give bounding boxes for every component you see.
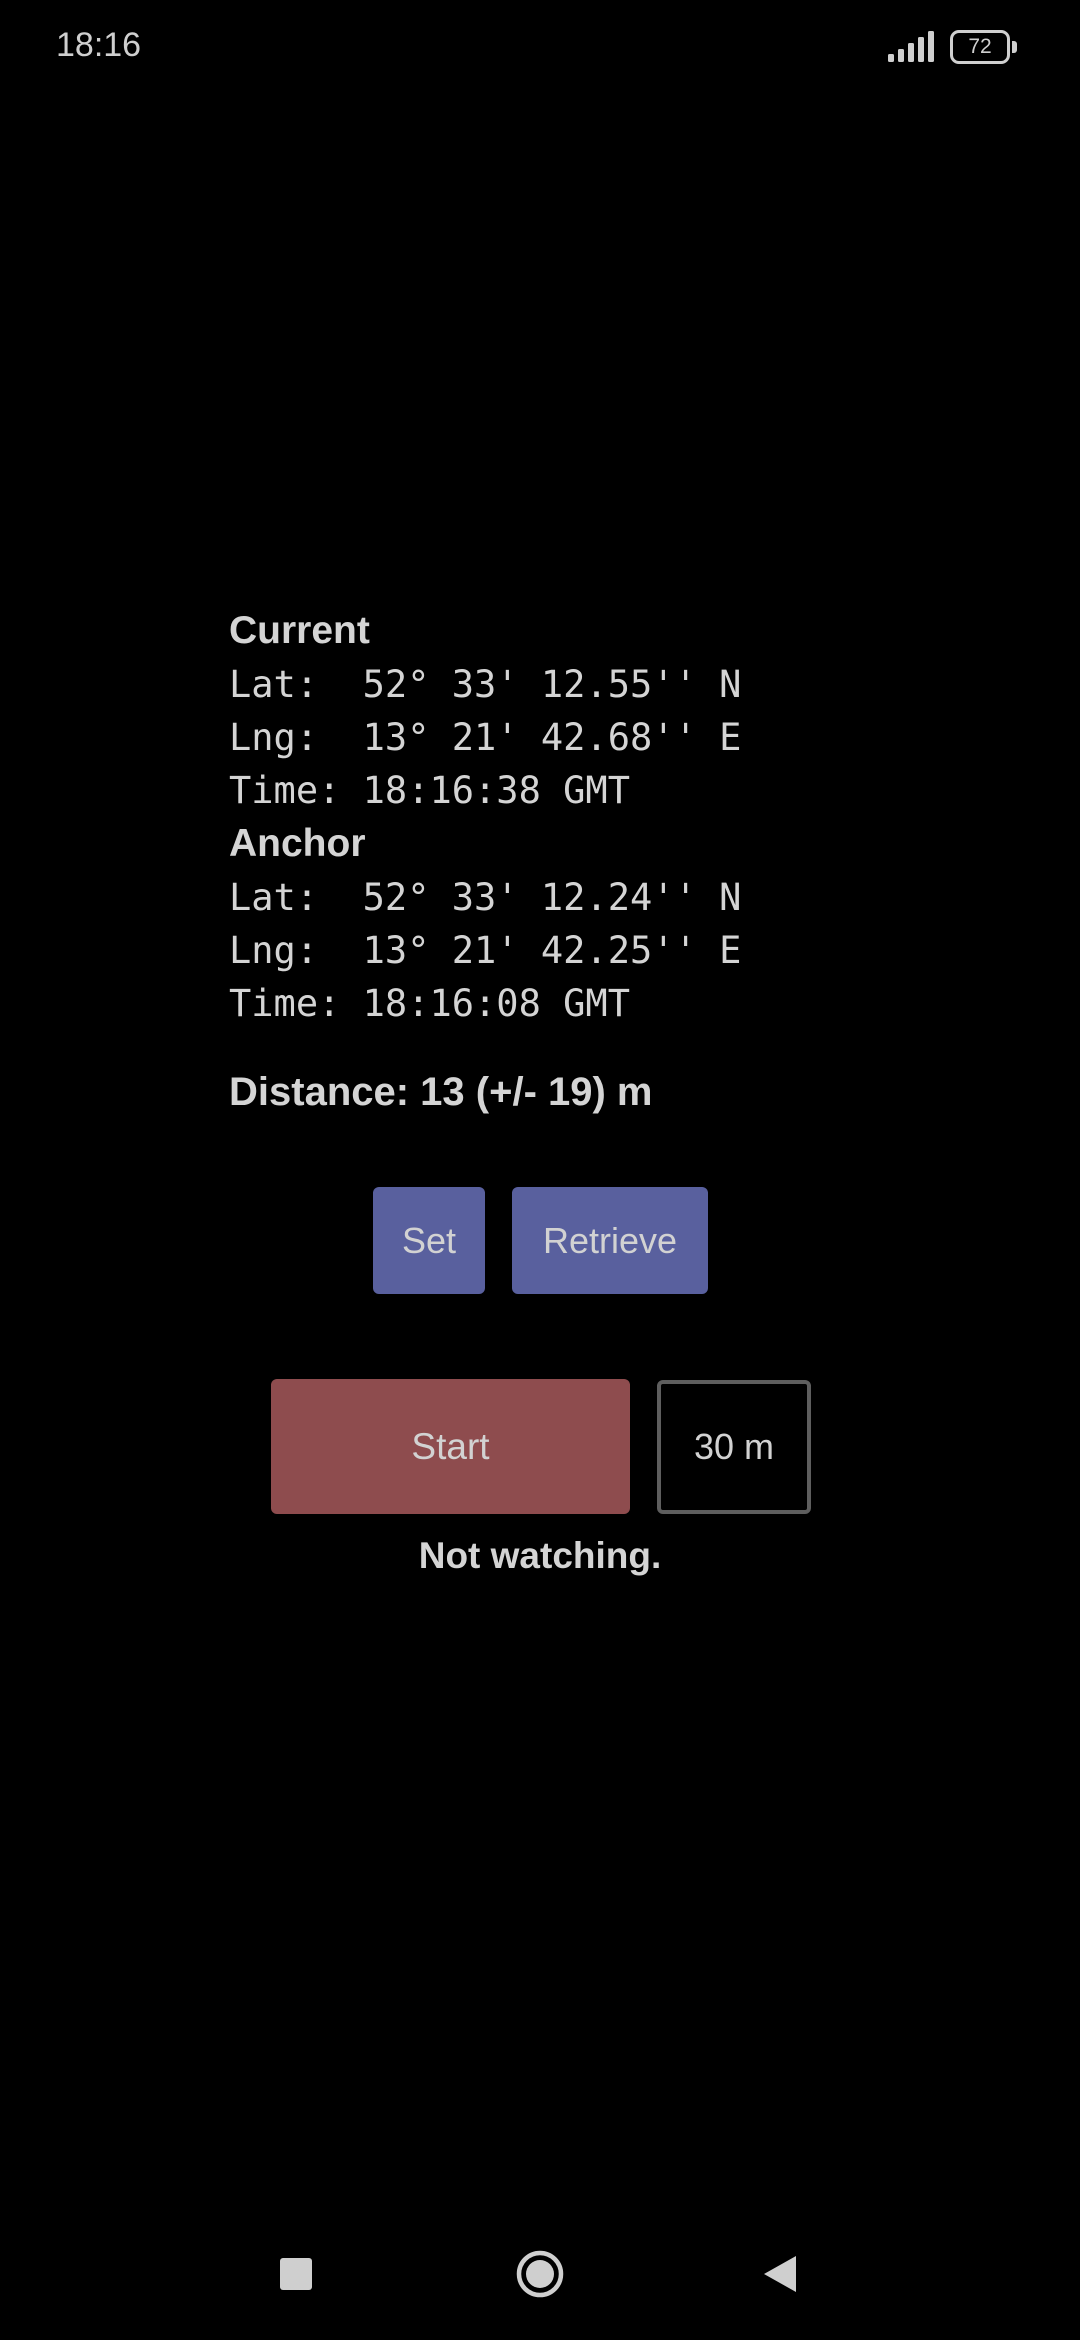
battery-icon: 72 — [950, 30, 1020, 66]
signal-bars-icon — [888, 31, 934, 62]
start-button[interactable]: Start — [271, 1379, 630, 1514]
coordinates-panel: Current Lat: 52° 33' 12.55'' N Lng: 13° … — [229, 604, 929, 1030]
square-recents-icon[interactable] — [280, 2258, 312, 2290]
current-lat: Lat: 52° 33' 12.55'' N — [229, 663, 742, 706]
retrieve-button[interactable]: Retrieve — [512, 1187, 708, 1294]
current-heading: Current — [229, 609, 370, 652]
anchor-lat: Lat: 52° 33' 12.24'' N — [229, 876, 742, 919]
distance-readout: Distance: 13 (+/- 19) m — [229, 1070, 653, 1114]
current-time: Time: 18:16:38 GMT — [229, 769, 630, 812]
anchor-lng: Lng: 13° 21' 42.25'' E — [229, 929, 742, 972]
circle-home-icon[interactable] — [515, 2249, 565, 2299]
anchor-heading: Anchor — [229, 822, 366, 865]
current-lng: Lng: 13° 21' 42.68'' E — [229, 716, 742, 759]
triangle-back-icon[interactable] — [762, 2254, 798, 2294]
battery-level: 72 — [968, 35, 992, 58]
status-bar: 18:16 72 — [0, 0, 1080, 96]
radius-input[interactable]: 30 m — [657, 1380, 811, 1514]
anchor-time: Time: 18:16:08 GMT — [229, 982, 630, 1025]
status-time: 18:16 — [56, 26, 142, 64]
watch-status: Not watching. — [418, 1535, 662, 1576]
set-button[interactable]: Set — [373, 1187, 485, 1294]
